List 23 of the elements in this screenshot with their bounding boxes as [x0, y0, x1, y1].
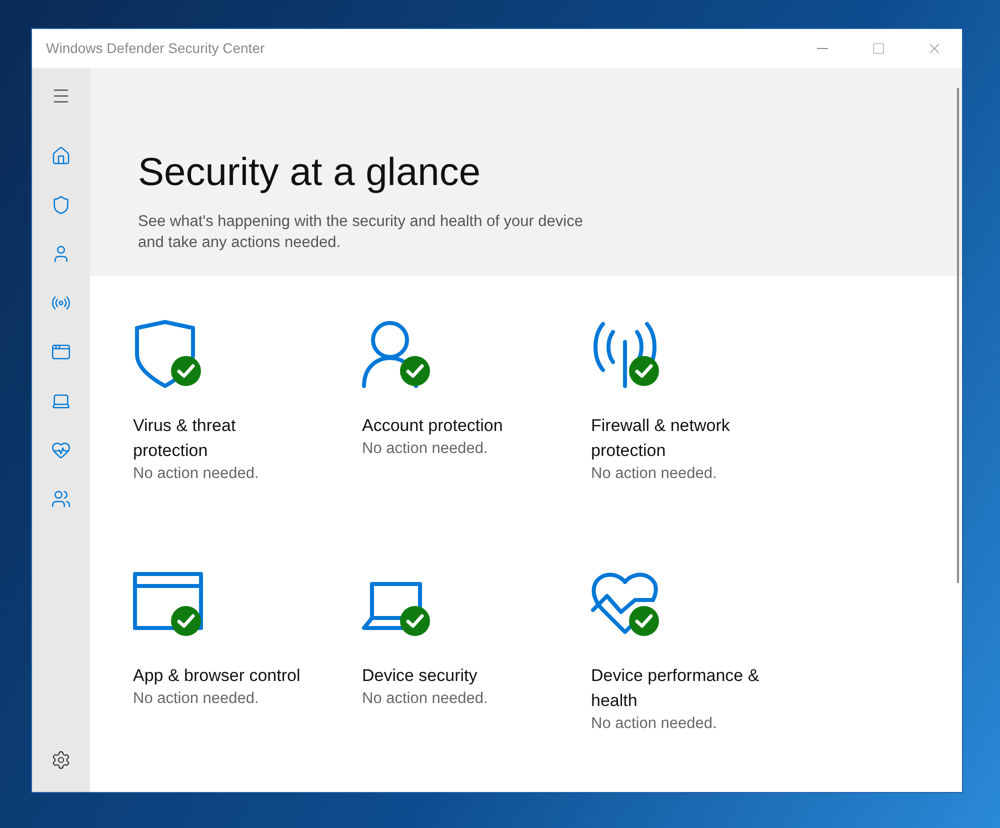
tile-status-text: No action needed. — [591, 464, 718, 484]
tile-status-text: No action needed. — [362, 689, 489, 709]
tile-status-text: No action needed. — [133, 464, 260, 484]
tile-title-link[interactable]: Firewall & network protection — [591, 413, 763, 463]
home-nav-button[interactable] — [51, 146, 71, 166]
tile-title-link[interactable]: Device security — [362, 663, 534, 688]
tile-title-link[interactable]: Device performance & health — [591, 663, 763, 713]
tile-status-text: No action needed. — [133, 689, 260, 709]
maximize-icon — [872, 42, 884, 55]
people-nav-button[interactable] — [51, 489, 71, 509]
tile-status-text: No action needed. — [362, 439, 489, 459]
browser-window-nav-button[interactable] — [51, 342, 71, 362]
tile-title-link[interactable]: Virus & threat protection — [133, 413, 305, 463]
shield-nav-button[interactable] — [51, 195, 71, 215]
heart-pulse-nav-button[interactable] — [51, 440, 71, 460]
tile-title-link[interactable]: App & browser control — [133, 663, 305, 688]
minimize-icon — [816, 48, 828, 49]
tile-status-text: No action needed. — [591, 714, 718, 734]
page-subtitle: See what's happening with the security and health of your device and take any actions needed. — [138, 212, 584, 253]
tile-title-link[interactable]: Account protection — [362, 413, 534, 438]
settings-button[interactable] — [51, 750, 71, 770]
window-title: Windows Defender Security Center — [46, 39, 265, 58]
page-title: Security at a glance — [138, 150, 482, 196]
